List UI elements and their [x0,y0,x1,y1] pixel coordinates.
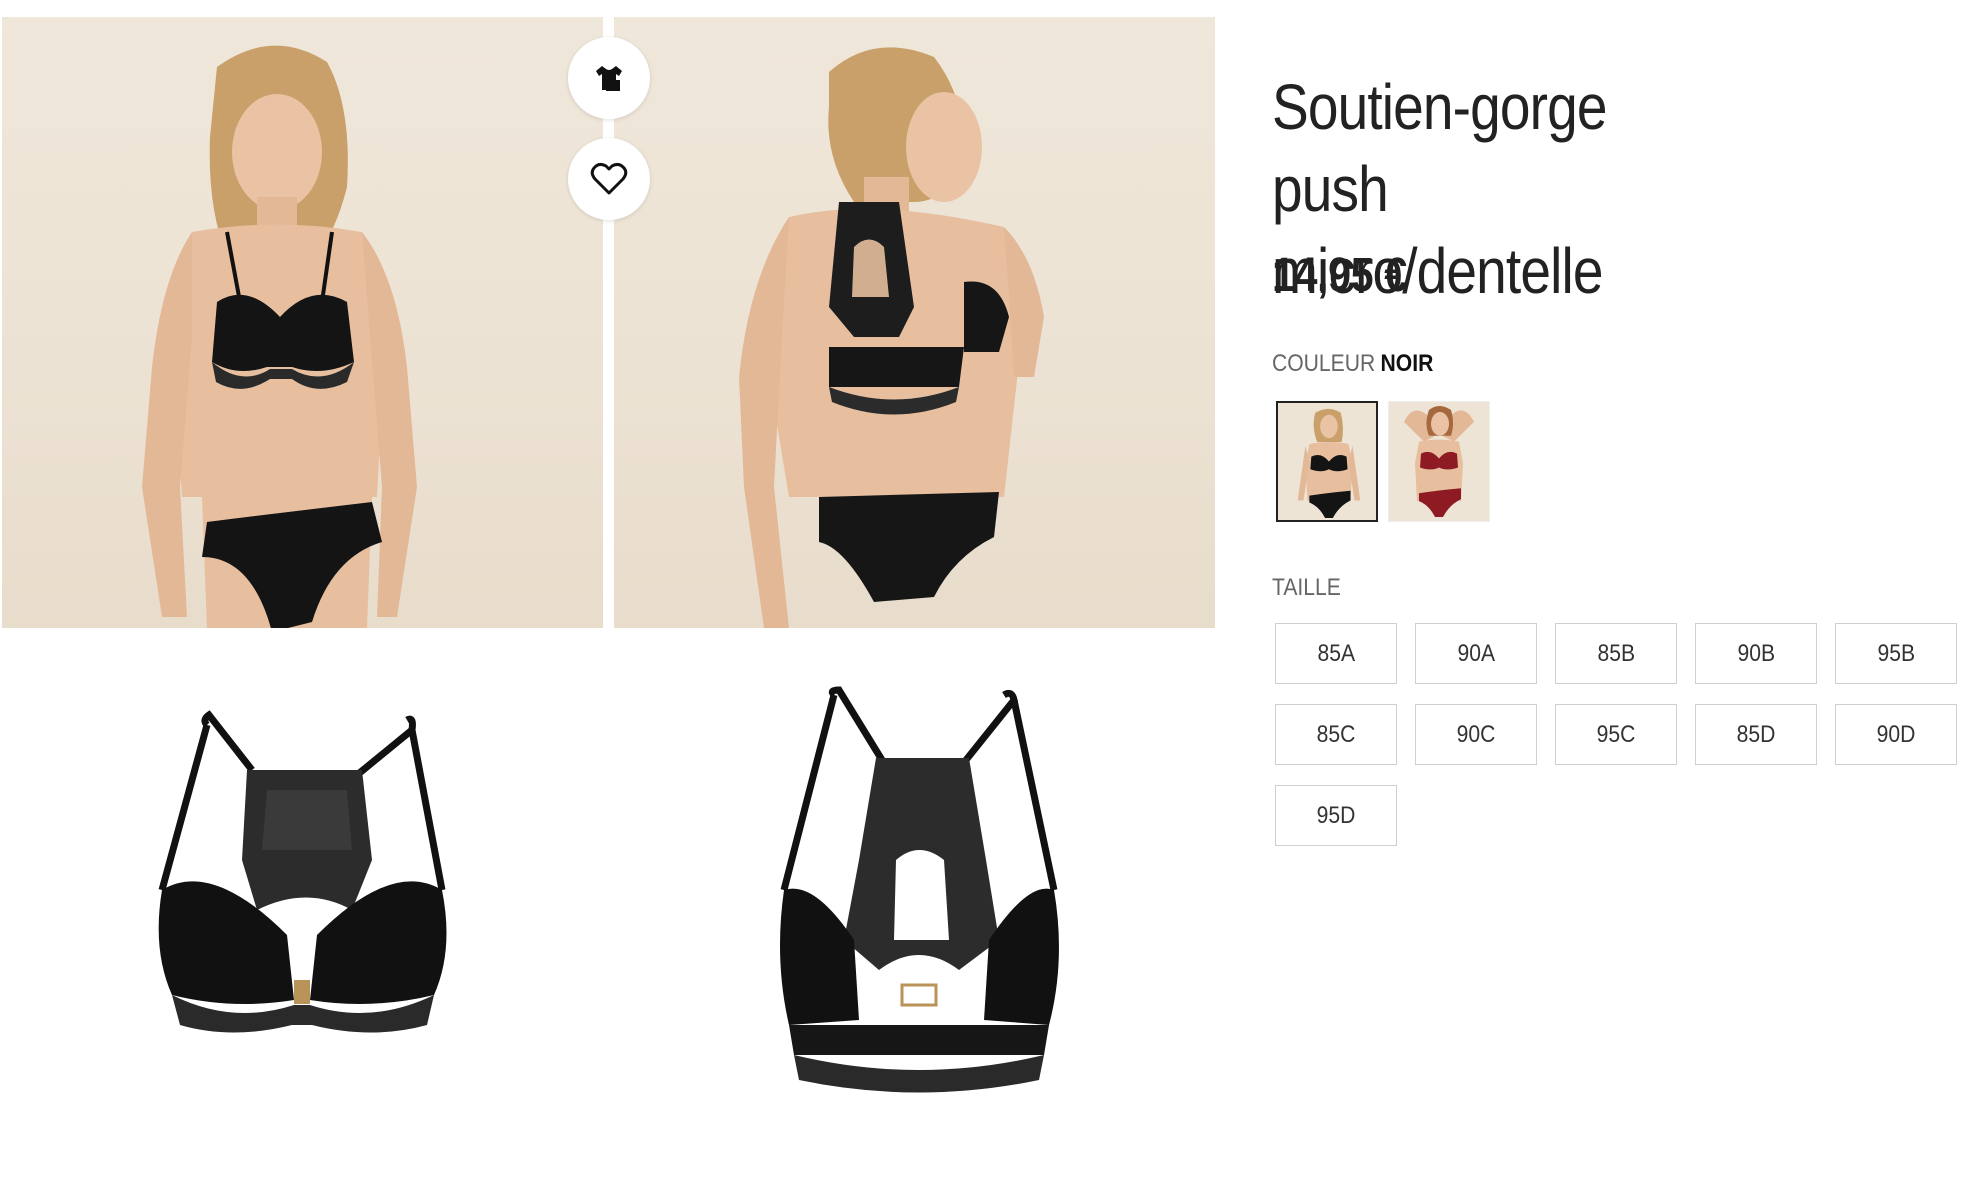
size-option-85c[interactable]: 85C [1275,704,1397,765]
size-option-90d[interactable]: 90D [1835,704,1957,765]
size-option-90a[interactable]: 90A [1415,623,1537,684]
outfit-button[interactable] [568,37,650,119]
product-page: Soutien-gorge push micro/dentelle 14,95 … [0,0,1975,1189]
size-label: TAILLE [1272,574,1341,601]
size-option-95c[interactable]: 95C [1555,704,1677,765]
color-label-row: COULEUR NOIR [1272,350,1433,378]
heart-icon [590,162,628,195]
color-selected: NOIR [1380,350,1434,377]
size-option-85a[interactable]: 85A [1275,623,1397,684]
size-option-90c[interactable]: 90C [1415,704,1537,765]
size-option-90b[interactable]: 90B [1695,623,1817,684]
product-price: 14,95 € [1272,249,1407,302]
size-option-95b[interactable]: 95B [1835,623,1957,684]
size-option-85b[interactable]: 85B [1555,623,1677,684]
color-label: COULEUR [1272,350,1376,377]
color-swatch-noir[interactable] [1276,401,1378,522]
wishlist-button[interactable] [568,138,650,220]
outfit-icon [596,66,622,91]
product-photo-front[interactable] [2,17,603,628]
color-swatch-bordeaux[interactable] [1388,401,1490,522]
size-option-85d[interactable]: 85D [1695,704,1817,765]
product-photo-back[interactable] [614,17,1215,628]
size-option-95d[interactable]: 95D [1275,785,1397,846]
packshot-front[interactable] [2,640,603,1160]
packshot-back[interactable] [614,640,1215,1160]
